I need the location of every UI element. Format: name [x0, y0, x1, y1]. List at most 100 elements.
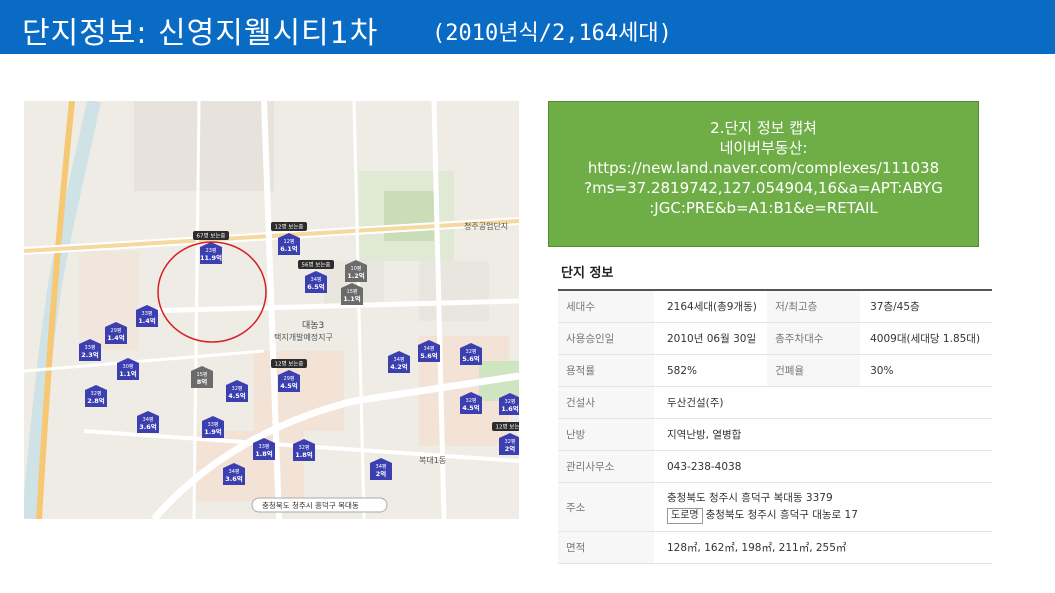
complex-map[interactable]: 23평 11.9억 67명 보는중 12평 6.1억 12명 보는중 34평 6.5억 56명 …: [24, 101, 519, 519]
marker-size-label: 32평: [505, 398, 516, 405]
marker-price-label: 4.5억: [462, 403, 480, 412]
value-floors: 37층/45층: [860, 289, 992, 323]
viewer-badge-label: 12명 보는중: [275, 361, 304, 368]
table-row: 관리사무소 043-238-4038: [558, 450, 992, 483]
marker-size-label: 15평: [347, 288, 358, 295]
marker-price-label: 1.4억: [138, 316, 156, 325]
map-address-label: 충청북도 청주시 흥덕구 복대동: [262, 500, 359, 510]
address-road: 도로명 충청북도 청주시 흥덕구 대농로 17: [667, 507, 992, 524]
marker-price-label: 1.1억: [343, 294, 361, 303]
marker-price-label: 1.1억: [119, 369, 137, 378]
marker-size-label: 32평: [505, 438, 516, 445]
address-lot: 충청북도 청주시 흥덕구 복대동 3379: [667, 492, 833, 504]
marker-price-label: 2.8억: [87, 396, 105, 405]
marker-price-label: 5.6억: [462, 354, 480, 363]
marker-price-label: 6.1억: [280, 244, 298, 253]
marker-price-label: 1.6억: [501, 404, 519, 413]
page-title: 단지정보: 신영지웰시티1차: [22, 16, 379, 51]
marker-price-label: 3.6억: [225, 474, 243, 483]
marker-size-label: 32평: [466, 397, 477, 404]
capture-line-url-1: https://new.land.naver.com/complexes/111…: [587, 159, 940, 177]
label-floor-area-ratio: 용적률: [558, 354, 654, 387]
address-road-value: 충청북도 청주시 흥덕구 대농로 17: [705, 509, 858, 521]
marker-price-label: 1.9억: [204, 427, 222, 436]
value-approval-date: 2010년 06월 30일: [654, 322, 768, 355]
label-address: 주소: [558, 482, 654, 532]
table-row: 세대수 2164세대(총9개동) 저/최고층 37층/45층: [558, 289, 992, 323]
marker-price-label: 8억: [197, 377, 208, 386]
table-row: 면적 128㎡, 162㎡, 198㎡, 211㎡, 255㎡: [558, 531, 992, 564]
map-canvas[interactable]: 23평11.9억 67명 보는중 12평6.1억 12명 보는중 34평 6.5억 56명 …: [24, 101, 519, 519]
marker-price-label: 6.5억: [307, 282, 325, 291]
viewer-badge-label: 56명 보는중: [302, 262, 331, 269]
marker-size-label: 33평: [208, 421, 219, 428]
value-office-phone[interactable]: 043-238-4038: [654, 450, 992, 483]
capture-line-url-3: :JGC:PRE&b=A1:B1&e=RETAIL: [649, 199, 878, 217]
complex-info-table: 세대수 2164세대(총9개동) 저/최고층 37층/45층 사용승인일 201…: [558, 289, 992, 564]
value-floor-area-ratio: 582%: [654, 354, 768, 387]
marker-size-label: 34평: [229, 468, 240, 475]
viewer-badge-label: 12명 보는중: [275, 224, 304, 231]
marker-size-label: 10평: [351, 265, 362, 272]
value-households: 2164세대(총9개동): [654, 289, 768, 323]
marker-size-label: 29평: [284, 375, 295, 382]
marker-size-label: 12평: [284, 238, 295, 245]
info-heading: 단지 정보: [561, 266, 614, 281]
marker-price-label: 1.8억: [255, 449, 273, 458]
marker-size-label: 29평: [111, 327, 122, 334]
marker-size-label: 32평: [466, 348, 477, 355]
capture-line-source: 네이버부동산:: [719, 139, 808, 157]
capture-note: 2.단지 정보 캡쳐 네이버부동산: https://new.land.nave…: [548, 101, 979, 247]
label-parking: 총주차대수: [767, 322, 861, 355]
marker-price-label: 4.5억: [280, 381, 298, 390]
table-row: 주소 충청북도 청주시 흥덕구 복대동 3379 도로명 충청북도 청주시 흥덕구…: [558, 482, 992, 532]
viewer-badge-label: 67명 보는중: [197, 233, 226, 240]
map-district-sub-label: 택지개발예정지구: [274, 332, 333, 342]
value-coverage-ratio: 30%: [860, 354, 992, 387]
marker-price-label: 5.6억: [420, 351, 438, 360]
road-name-tag: 도로명: [667, 508, 703, 524]
label-office: 관리사무소: [558, 450, 654, 483]
label-floors: 저/최고층: [767, 289, 861, 323]
label-approval-date: 사용승인일: [558, 322, 654, 355]
marker-price-label: 4.5억: [228, 391, 246, 400]
table-row: 건설사 두산건설(주): [558, 386, 992, 419]
marker-size-label: 15평: [197, 371, 208, 378]
marker-price-label: 2억: [505, 444, 516, 453]
marker-price-label: 3.6억: [139, 422, 157, 431]
map-park-label: 청주공업단지: [464, 221, 508, 231]
viewer-badge-label: 12명 보는중: [496, 424, 520, 431]
table-row: 사용승인일 2010년 06월 30일 총주차대수 4009대(세대당 1.85…: [558, 322, 992, 355]
marker-price-label: 1.8억: [295, 450, 313, 459]
label-coverage-ratio: 건폐율: [767, 354, 861, 387]
marker-size-label: 34평: [143, 416, 154, 423]
value-heating: 지역난방, 열병합: [654, 418, 992, 451]
marker-price-label: 2.3억: [81, 350, 99, 359]
label-builder: 건설사: [558, 386, 654, 419]
marker-size-label: 23평: [206, 247, 217, 254]
marker-price-label: 4.2억: [390, 362, 408, 371]
table-row: 난방 지역난방, 열병합: [558, 418, 992, 451]
marker-size-label: 34평: [376, 463, 387, 470]
marker-size-label: 33평: [85, 344, 96, 351]
title-bar: 단지정보: 신영지웰시티1차 (2010년식/2,164세대): [0, 0, 1055, 54]
label-area: 면적: [558, 531, 654, 564]
marker-size-label: 33평: [259, 443, 270, 450]
marker-price-label: 1.2억: [347, 271, 365, 280]
marker-size-label: 32평: [232, 385, 243, 392]
value-address: 충청북도 청주시 흥덕구 복대동 3379 도로명 충청북도 청주시 흥덕구 대농…: [654, 482, 992, 532]
marker-price-label: 1.4억: [107, 333, 125, 342]
label-heating: 난방: [558, 418, 654, 451]
value-builder: 두산건설(주): [654, 386, 992, 419]
marker-price-label: 11.9억: [200, 253, 222, 262]
value-parking: 4009대(세대당 1.85대): [860, 322, 992, 355]
table-row: 용적률 582% 건폐율 30%: [558, 354, 992, 387]
marker-size-label: 30평: [123, 363, 134, 370]
marker-size-label: 33평: [142, 310, 153, 317]
marker-size-label: 32평: [91, 390, 102, 397]
label-households: 세대수: [558, 289, 654, 323]
marker-price-label: 2억: [376, 469, 387, 478]
page-subtitle: (2010년식/2,164세대): [432, 21, 672, 46]
map-district-label: 대농3: [302, 320, 324, 331]
value-area: 128㎡, 162㎡, 198㎡, 211㎡, 255㎡: [654, 531, 992, 564]
